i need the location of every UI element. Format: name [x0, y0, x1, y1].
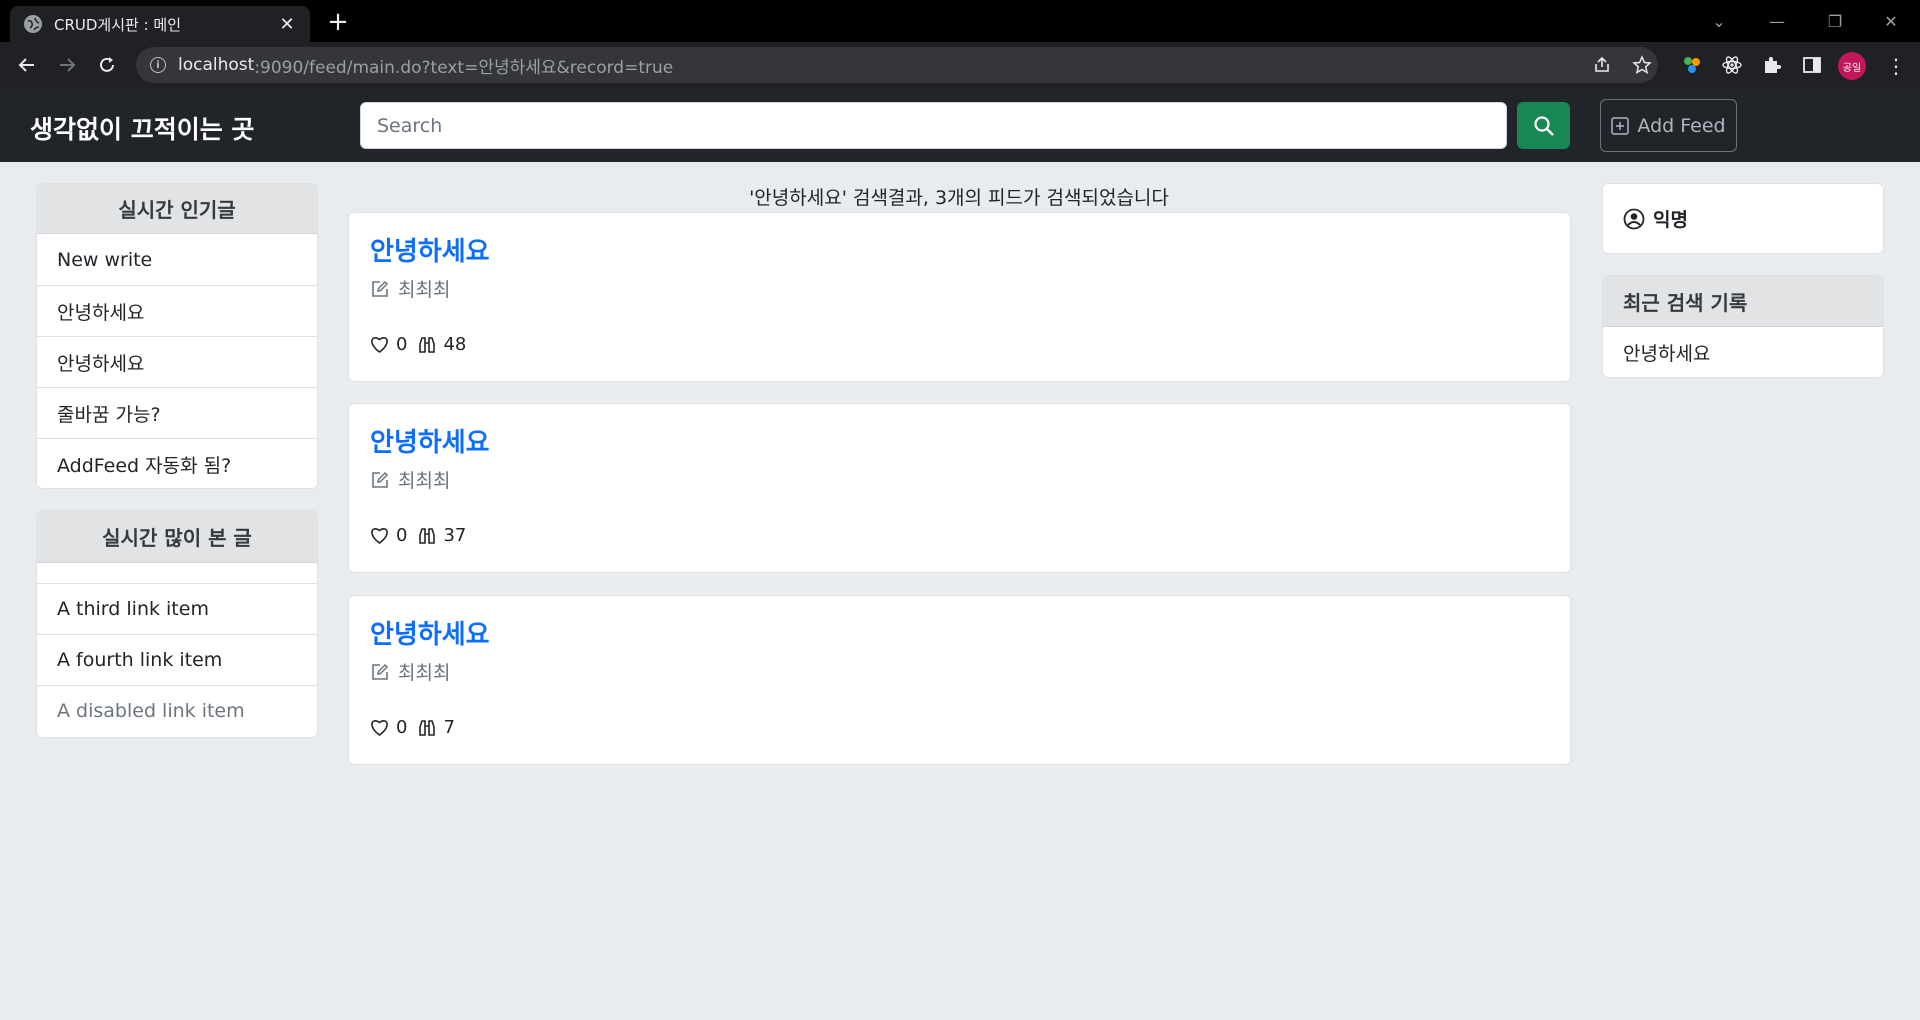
globe-icon — [24, 15, 42, 33]
feed-views: 37 — [443, 525, 467, 546]
browser-tab[interactable]: CRUD게시판 : 메인 ✕ — [10, 6, 310, 42]
popular-posts-card: 실시간 인기글 New write 안녕하세요 안녕하세요 줄바꿈 가능? Ad… — [36, 183, 318, 489]
feed-views: 48 — [443, 334, 467, 355]
feed-author: 최최최 — [370, 275, 450, 302]
url-host: localhost — [178, 55, 255, 75]
add-feed-button[interactable]: Add Feed — [1600, 99, 1737, 152]
recent-search-item[interactable]: 안녕하세요 — [1603, 327, 1883, 377]
site-info-icon[interactable]: i — [150, 57, 166, 73]
react-devtools-icon[interactable] — [1720, 53, 1744, 77]
feed-author: 최최최 — [370, 466, 450, 493]
search-button[interactable] — [1517, 102, 1570, 149]
pencil-square-icon — [372, 663, 389, 680]
feed-likes: 0 — [396, 717, 408, 738]
person-circle-icon — [1623, 208, 1645, 229]
heart-icon[interactable] — [369, 526, 390, 545]
binoculars-icon — [419, 527, 436, 544]
share-icon[interactable] — [1590, 53, 1614, 77]
popular-item[interactable]: 줄바꿈 가능? — [37, 387, 317, 438]
search-icon — [1533, 115, 1554, 136]
recent-search-card: 최근 검색 기록 안녕하세요 — [1602, 275, 1884, 378]
feed-card[interactable]: 안녕하세요 최최최 0 48 — [348, 212, 1571, 382]
feed-stats: 0 37 — [369, 525, 476, 546]
user-name: 익명 — [1653, 209, 1688, 231]
new-tab-button[interactable]: + — [324, 8, 352, 36]
feed-author: 최최최 — [370, 658, 450, 685]
heart-icon[interactable] — [369, 718, 390, 737]
restore-button[interactable]: ❐ — [1806, 0, 1864, 42]
address-bar[interactable]: i localhost:9090/feed/main.do?text=안녕하세요… — [136, 47, 1658, 83]
feed-title[interactable]: 안녕하세요 — [370, 231, 490, 268]
popular-item[interactable]: 안녕하세요 — [37, 285, 317, 336]
search-result-message: '안녕하세요' 검색결과, 3개의 피드가 검색되었습니다 — [749, 187, 1169, 209]
close-window-button[interactable]: ✕ — [1862, 0, 1920, 42]
popular-posts-header: 실시간 인기글 — [37, 184, 317, 234]
feed-views: 7 — [443, 717, 455, 738]
forward-arrow-icon[interactable] — [52, 50, 82, 80]
most-viewed-item[interactable]: A fourth link item — [37, 634, 317, 685]
binoculars-icon — [419, 719, 436, 736]
most-viewed-item-disabled: A disabled link item — [37, 685, 317, 736]
popular-item[interactable]: 안녕하세요 — [37, 336, 317, 387]
site-navbar: 생각없이 끄적이는 곳 Add Feed — [0, 88, 1920, 162]
popular-item[interactable]: AddFeed 자동화 됨? — [37, 438, 317, 488]
most-viewed-header: 실시간 많이 본 글 — [37, 511, 317, 563]
feed-title[interactable]: 안녕하세요 — [370, 614, 490, 651]
minimize-button[interactable]: — — [1748, 0, 1806, 42]
search-input[interactable] — [360, 102, 1507, 149]
user-card: 익명 — [1602, 183, 1884, 254]
url-path: :9090/feed/main.do?text=안녕하세요&record=tru… — [254, 57, 674, 78]
most-viewed-item[interactable] — [37, 563, 317, 583]
chrome-menu-icon[interactable]: ⋮ — [1884, 52, 1908, 80]
popular-item[interactable]: New write — [37, 234, 317, 285]
tab-search-icon[interactable]: ⌄ — [1690, 0, 1748, 42]
profile-avatar[interactable]: 공일 — [1838, 52, 1866, 80]
feed-card[interactable]: 안녕하세요 최최최 0 7 — [348, 595, 1571, 765]
tab-title: CRUD게시판 : 메인 — [54, 15, 182, 34]
feed-card[interactable]: 안녕하세요 최최최 0 37 — [348, 403, 1571, 573]
site-brand[interactable]: 생각없이 끄적이는 곳 — [30, 110, 254, 146]
feed-stats: 0 48 — [369, 334, 476, 355]
add-feed-label: Add Feed — [1637, 114, 1726, 137]
bookmark-star-icon[interactable] — [1630, 53, 1654, 77]
feed-likes: 0 — [396, 334, 408, 355]
extensions-puzzle-icon[interactable] — [1760, 53, 1784, 77]
feed-author-name: 최최최 — [398, 662, 451, 684]
heart-icon[interactable] — [369, 335, 390, 354]
extension-color-icon[interactable] — [1680, 53, 1704, 77]
back-arrow-icon[interactable] — [12, 50, 42, 80]
feed-stats: 0 7 — [369, 717, 465, 738]
most-viewed-item[interactable]: A third link item — [37, 583, 317, 634]
feed-author-name: 최최최 — [398, 279, 451, 301]
pencil-square-icon — [372, 471, 389, 488]
close-tab-icon[interactable]: ✕ — [276, 14, 298, 35]
recent-search-header: 최근 검색 기록 — [1603, 276, 1883, 327]
plus-square-icon — [1611, 116, 1630, 135]
feed-title[interactable]: 안녕하세요 — [370, 422, 490, 459]
feed-author-name: 최최최 — [398, 470, 451, 492]
reload-icon[interactable] — [92, 50, 122, 80]
pencil-square-icon — [372, 280, 389, 297]
browser-tabstrip: CRUD게시판 : 메인 ✕ + ⌄ — ❐ ✕ — [0, 0, 1920, 42]
feed-likes: 0 — [396, 525, 408, 546]
binoculars-icon — [419, 336, 436, 353]
most-viewed-card: 실시간 많이 본 글 A third link item A fourth li… — [36, 510, 318, 738]
browser-toolbar: i localhost:9090/feed/main.do?text=안녕하세요… — [0, 42, 1920, 88]
side-panel-icon[interactable] — [1800, 53, 1824, 77]
